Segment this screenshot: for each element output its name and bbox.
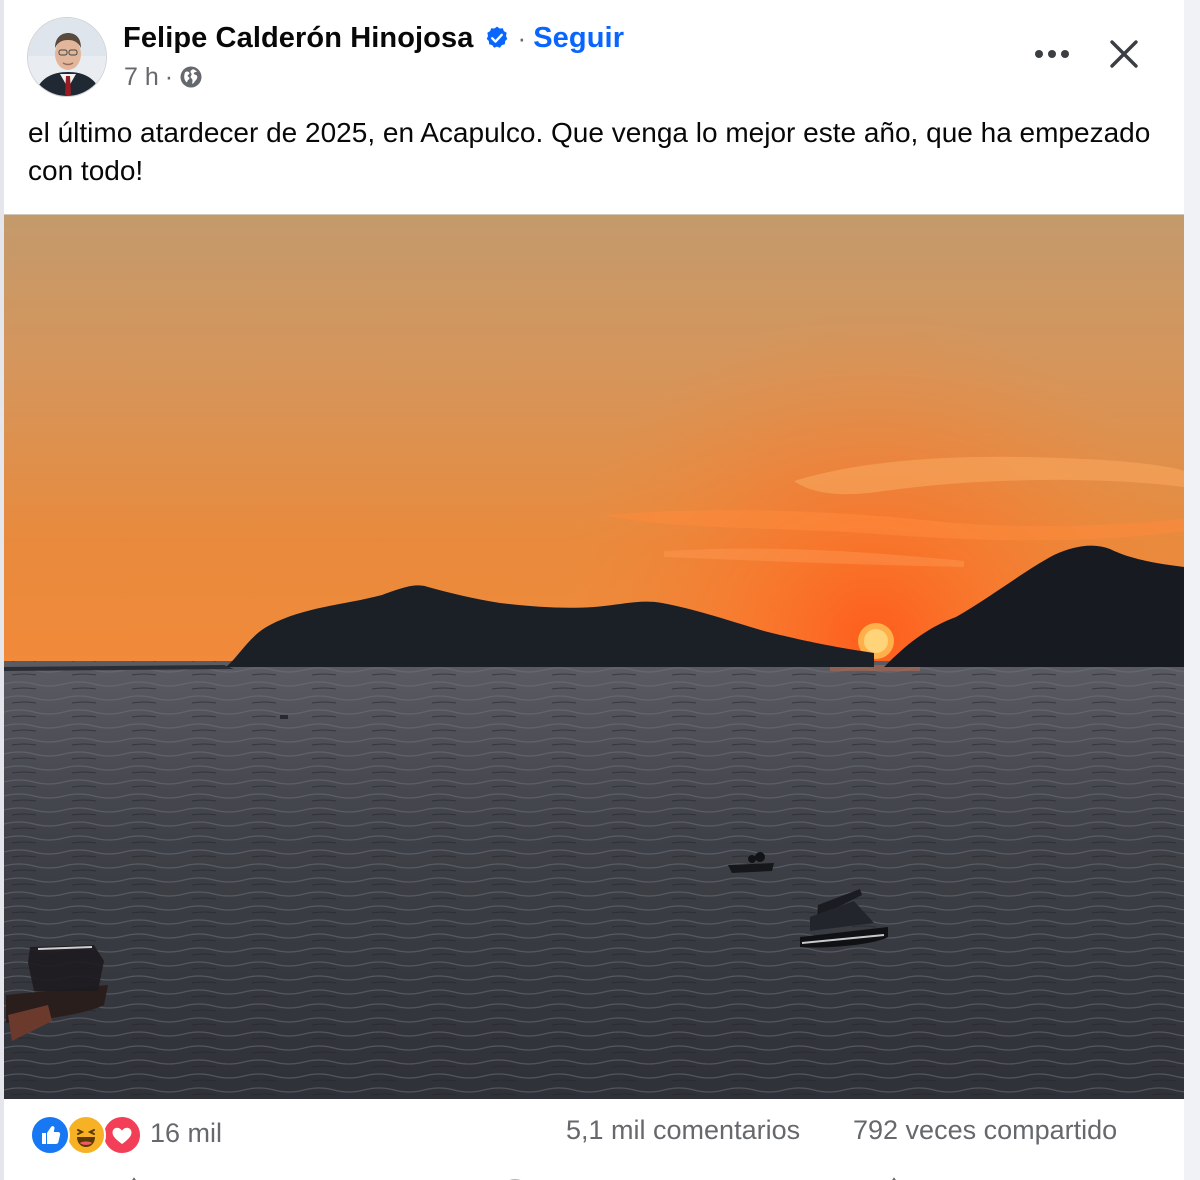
more-options-button[interactable]: [1031, 36, 1073, 72]
post-header-title: Felipe Calderón Hinojosa · Seguir: [123, 18, 624, 58]
comment-action-edge[interactable]: [500, 1172, 521, 1180]
author-avatar[interactable]: [27, 17, 107, 97]
share-action-edge[interactable]: [884, 1172, 904, 1180]
reaction-icons: [30, 1113, 142, 1155]
close-icon: [1110, 40, 1138, 68]
close-button[interactable]: [1102, 32, 1146, 76]
shares-count-link[interactable]: 792 veces compartido: [853, 1115, 1117, 1146]
reactions-count[interactable]: 16 mil: [150, 1118, 222, 1149]
post-caption: el último atardecer de 2025, en Acapulco…: [28, 117, 1151, 186]
post-photo[interactable]: [4, 214, 1184, 1099]
avatar-image: [28, 18, 106, 96]
post-timestamp[interactable]: 7 h: [124, 63, 159, 92]
verified-badge-icon: [484, 25, 510, 51]
author-name[interactable]: Felipe Calderón Hinojosa: [123, 22, 473, 55]
facebook-post: Felipe Calderón Hinojosa · Seguir 7 h ·: [0, 0, 1200, 1180]
love-icon: [102, 1115, 142, 1155]
haha-icon: [66, 1115, 106, 1155]
follow-button[interactable]: Seguir: [533, 22, 624, 55]
comments-count-link[interactable]: 5,1 mil comentarios: [566, 1115, 800, 1146]
post-meta: 7 h ·: [124, 62, 203, 92]
like-action-edge[interactable]: [124, 1172, 144, 1180]
reactions-summary[interactable]: 16 mil: [30, 1113, 222, 1155]
like-icon: [30, 1115, 70, 1155]
right-edge: [1184, 0, 1200, 1180]
more-options-icon: [1035, 50, 1069, 58]
separator-dot: ·: [517, 22, 527, 53]
meta-separator: ·: [164, 62, 174, 91]
sunset-photo: [4, 215, 1184, 1099]
globe-icon[interactable]: [179, 65, 203, 89]
